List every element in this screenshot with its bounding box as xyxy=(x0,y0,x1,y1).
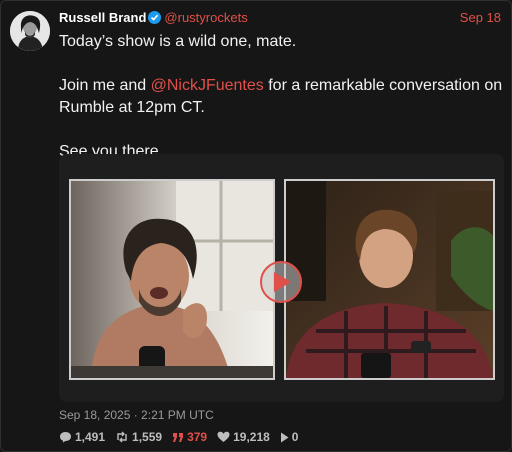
quote-count: 379 xyxy=(187,430,208,444)
video-thumbnail-right xyxy=(284,179,495,380)
play-icon[interactable] xyxy=(260,261,302,303)
view-count: 0 xyxy=(291,430,299,444)
play-views-icon xyxy=(280,432,289,442)
post-line-2-prefix: Join me and xyxy=(59,77,151,94)
quote-button[interactable]: 379 xyxy=(172,430,207,444)
reply-button[interactable]: 1,491 xyxy=(59,430,105,444)
repost-count: 1,559 xyxy=(132,430,163,444)
post-line-1: Today’s show is a wild one, mate. xyxy=(59,33,297,50)
repost-icon xyxy=(117,431,127,443)
quote-icon xyxy=(173,432,184,442)
like-button[interactable]: 19,218 xyxy=(217,430,270,444)
avatar[interactable] xyxy=(10,11,50,51)
repost-button[interactable]: 1,559 xyxy=(115,430,162,444)
author-handle[interactable]: @rustyrockets xyxy=(164,10,247,25)
reply-count: 1,491 xyxy=(75,430,106,444)
like-count: 19,218 xyxy=(233,430,270,444)
post-card: Russell Brand @rustyrockets Sep 18 Today’… xyxy=(0,0,512,452)
post-header: Russell Brand @rustyrockets Sep 18 xyxy=(59,10,501,28)
post-timestamp[interactable]: Sep 18, 2025 · 2:21 PM UTC xyxy=(59,408,214,422)
verified-badge-icon xyxy=(148,11,162,24)
mention-link[interactable]: @NickJFuentes xyxy=(151,77,264,94)
post-line-2: Join me and @NickJFuentes for a remarkab… xyxy=(59,75,504,119)
post-actions: 1,491 1,559 379 19,218 0 xyxy=(59,430,298,444)
author-name[interactable]: Russell Brand xyxy=(59,10,146,25)
post-date[interactable]: Sep 18 xyxy=(460,10,501,25)
views-button[interactable]: 0 xyxy=(280,430,299,444)
heart-icon xyxy=(217,431,230,442)
video-thumbnail-left xyxy=(69,179,275,380)
video-player[interactable] xyxy=(59,154,504,402)
reply-icon xyxy=(60,432,71,443)
